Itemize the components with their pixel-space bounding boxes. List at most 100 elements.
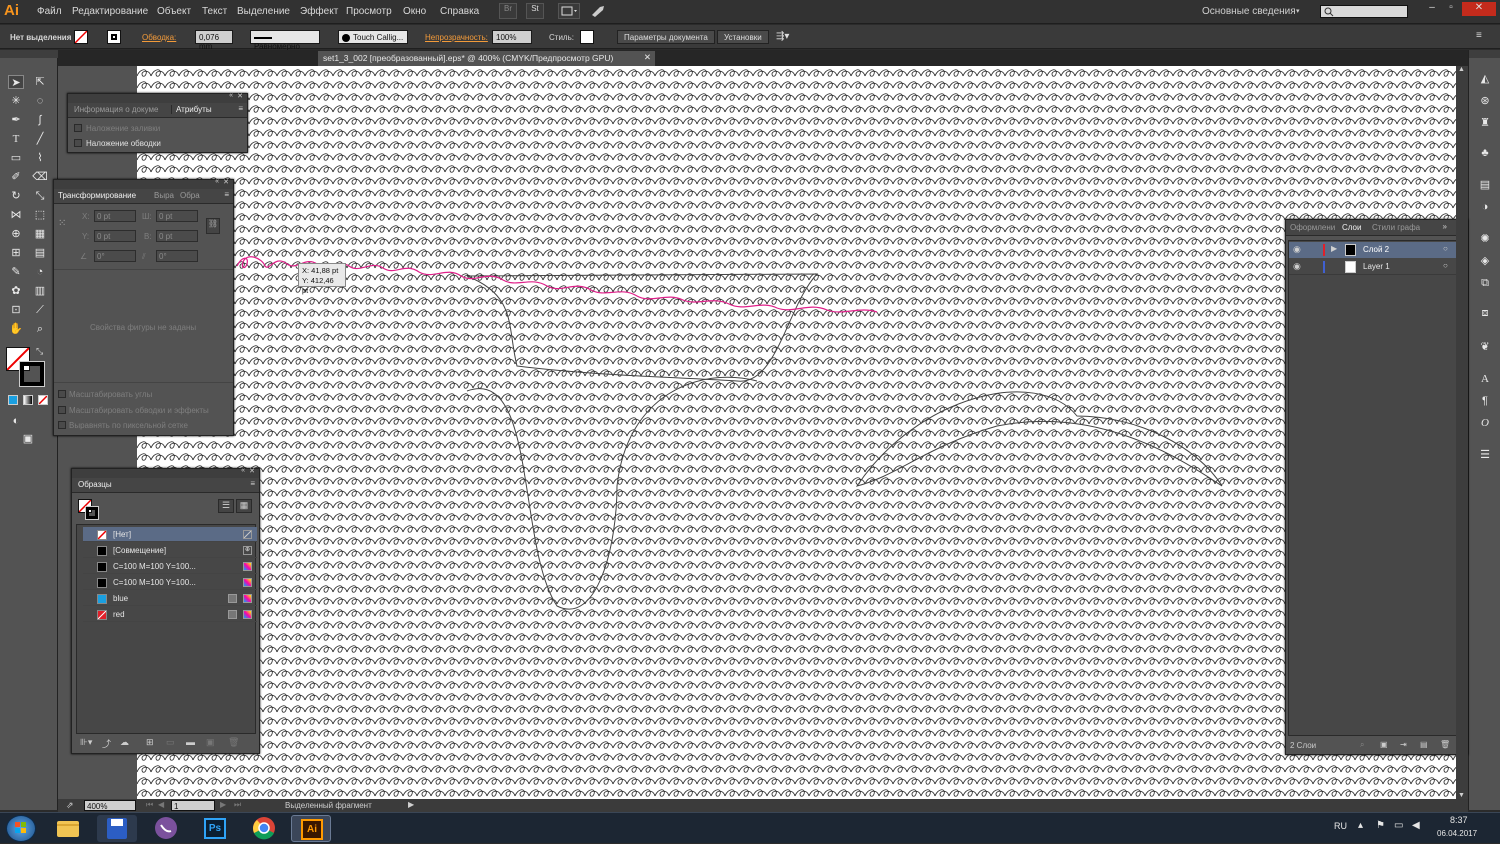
status-mode[interactable]: Выделенный фрагмент [285, 801, 372, 810]
close-panel-icon[interactable]: ✕ [237, 92, 243, 100]
tab-transform[interactable]: Трансформирование [58, 191, 136, 200]
document-tab[interactable]: set1_3_002 [преобразованный].eps* @ 400%… [318, 51, 655, 66]
color-guide-icon[interactable]: ♜ [1477, 116, 1493, 130]
photoshop-taskbar-icon[interactable]: Ps [195, 815, 235, 842]
br-icon[interactable]: Br [499, 3, 517, 19]
opentype-icon[interactable]: O [1477, 416, 1493, 430]
x-field[interactable]: 0 pt [94, 210, 136, 222]
layer-row-sloy-2[interactable]: ◉ ▶ Слой 2 ○ [1289, 242, 1463, 258]
clipping-mask-icon[interactable]: ▣ [1380, 740, 1388, 749]
preferences-button[interactable]: Установки [717, 30, 769, 44]
st-icon[interactable]: St [526, 3, 544, 19]
last-artboard-icon[interactable]: ⏭ [234, 800, 241, 810]
type-tool-icon[interactable]: T [8, 132, 24, 146]
current-stroke-swatch[interactable] [85, 506, 99, 520]
menu-help[interactable]: Справка [440, 6, 479, 17]
tab-appearance[interactable]: Оформлени [1290, 223, 1335, 232]
artboards-icon[interactable]: ⧉ [1477, 276, 1493, 290]
pathfinder-icon[interactable]: ⧈ [1477, 306, 1493, 320]
swatch-row[interactable]: blue [83, 591, 257, 606]
tab-pathfinder[interactable]: Обра [180, 191, 200, 200]
eye-icon[interactable]: ◉ [1293, 261, 1301, 272]
clock-date[interactable]: 06.04.2017 [1437, 829, 1477, 838]
first-artboard-icon[interactable]: ⏮ [146, 800, 153, 810]
shear-field[interactable]: 0° [156, 250, 198, 262]
grid-view-icon[interactable]: ▦ [236, 499, 252, 513]
new-layer-icon[interactable]: ▤ [1420, 740, 1428, 749]
slice-tool-icon[interactable]: ⟋ [32, 303, 48, 317]
sync-icon[interactable] [590, 3, 608, 19]
reference-point-icon[interactable]: ⁙ [58, 218, 72, 232]
close-button[interactable]: ✕ [1462, 2, 1496, 16]
layers-icon[interactable]: ◈ [1477, 254, 1493, 268]
swatch-row[interactable]: C=100 M=100 Y=100... [83, 559, 257, 574]
shape-builder-tool-icon[interactable]: ⊕ [8, 227, 24, 241]
tab-attributes[interactable]: Атрибуты [171, 105, 212, 114]
hand-tool-icon[interactable]: ✋ [8, 322, 24, 336]
paragraph-icon[interactable]: ¶ [1477, 394, 1493, 408]
gradient-panel-icon[interactable]: ▤ [1477, 178, 1493, 192]
align-panel-icon[interactable]: ☰ [1477, 448, 1493, 462]
document-setup-button[interactable]: Параметры документа [617, 30, 715, 44]
blend-tool-icon[interactable]: ◔ [32, 265, 48, 279]
color-panel-icon[interactable]: ◭ [1477, 72, 1493, 86]
pen-tool-icon[interactable]: ✒ [8, 113, 24, 127]
variable-width-profile[interactable]: Равномерно [250, 30, 320, 51]
menu-window[interactable]: Окно [403, 6, 426, 17]
minimize-button[interactable]: – [1423, 2, 1441, 16]
gradient-tool-icon[interactable]: ▤ [32, 246, 48, 260]
y-field[interactable]: 0 pt [94, 230, 136, 242]
chrome-taskbar-icon[interactable] [244, 815, 284, 842]
mesh-tool-icon[interactable]: ⊞ [8, 246, 24, 260]
fill-swatch[interactable] [74, 30, 88, 44]
clock-time[interactable]: 8:37 [1450, 815, 1468, 825]
expand-triangle-icon[interactable]: ▶ [1331, 244, 1337, 253]
collapse-icon[interactable]: « [229, 92, 233, 99]
panel-menu-icon[interactable]: ≡ [250, 479, 255, 488]
stroke-weight-field[interactable]: 0,076 mm [195, 30, 233, 51]
rectangle-tool-icon[interactable]: ▭ [8, 151, 24, 165]
column-graph-tool-icon[interactable]: ▥ [32, 284, 48, 298]
swatch-options-icon[interactable]: ⊞ [146, 737, 154, 748]
transparency-icon[interactable]: ◑ [1477, 200, 1493, 214]
magic-wand-tool-icon[interactable]: ✳ [8, 94, 24, 108]
appearance-icon[interactable]: ✺ [1477, 232, 1493, 246]
search-input[interactable] [1320, 5, 1408, 18]
stroke-label[interactable]: Обводка: [142, 33, 176, 42]
opacity-field[interactable]: 100% [492, 30, 532, 44]
menu-type[interactable]: Текст [202, 6, 227, 17]
prev-artboard-icon[interactable]: ◀ [158, 800, 164, 809]
artboard[interactable] [137, 66, 1456, 799]
layer-row-layer-1[interactable]: ◉ Layer 1 ○ [1289, 259, 1463, 275]
swatch-libraries-icon[interactable]: ⊪▾ [80, 737, 92, 748]
menu-effect[interactable]: Эффект [300, 6, 338, 17]
eye-icon[interactable]: ◉ [1293, 244, 1301, 255]
tab-layers[interactable]: Слои [1342, 223, 1361, 232]
color-mode-icon[interactable] [8, 395, 18, 405]
artboard-field[interactable]: 1 [171, 800, 215, 811]
tab-swatches[interactable]: Образцы [78, 480, 112, 489]
eraser-tool-icon[interactable]: ⌫ [32, 170, 48, 184]
curvature-tool-icon[interactable]: ∫ [32, 113, 48, 127]
vertical-scrollbar[interactable]: ▲ ▼ [1456, 66, 1468, 799]
pixel-align-checkbox[interactable] [58, 421, 66, 429]
scroll-up-icon[interactable]: ▲ [1458, 66, 1465, 73]
close-tab-icon[interactable]: ✕ [644, 52, 651, 63]
overprint-fill-checkbox[interactable] [74, 124, 82, 132]
paintbrush-tool-icon[interactable]: ⌇ [32, 151, 48, 165]
arrange-docs-icon[interactable] [558, 3, 580, 19]
overprint-stroke-checkbox[interactable] [74, 139, 82, 147]
place-swatch-icon[interactable]: ⤴ [102, 737, 111, 750]
swatch-row[interactable]: [Совмещение] ⊕ [83, 543, 257, 558]
stroke-color-box[interactable] [19, 361, 45, 387]
symbol-sprayer-tool-icon[interactable]: ✿ [8, 284, 24, 298]
character-icon[interactable]: A [1477, 372, 1493, 386]
eyedropper-tool-icon[interactable]: ✎ [8, 265, 24, 279]
opacity-label[interactable]: Непрозрачность: [425, 33, 488, 42]
scroll-down-icon[interactable]: ▼ [1458, 792, 1465, 799]
swatch-row[interactable]: C=100 M=100 Y=100... [83, 575, 257, 590]
collapse-icon[interactable]: « [215, 178, 219, 185]
stroke-swatch[interactable] [107, 30, 121, 44]
tab-document-info[interactable]: Информация о докуме [74, 105, 158, 114]
scale-strokes-checkbox[interactable] [58, 406, 66, 414]
